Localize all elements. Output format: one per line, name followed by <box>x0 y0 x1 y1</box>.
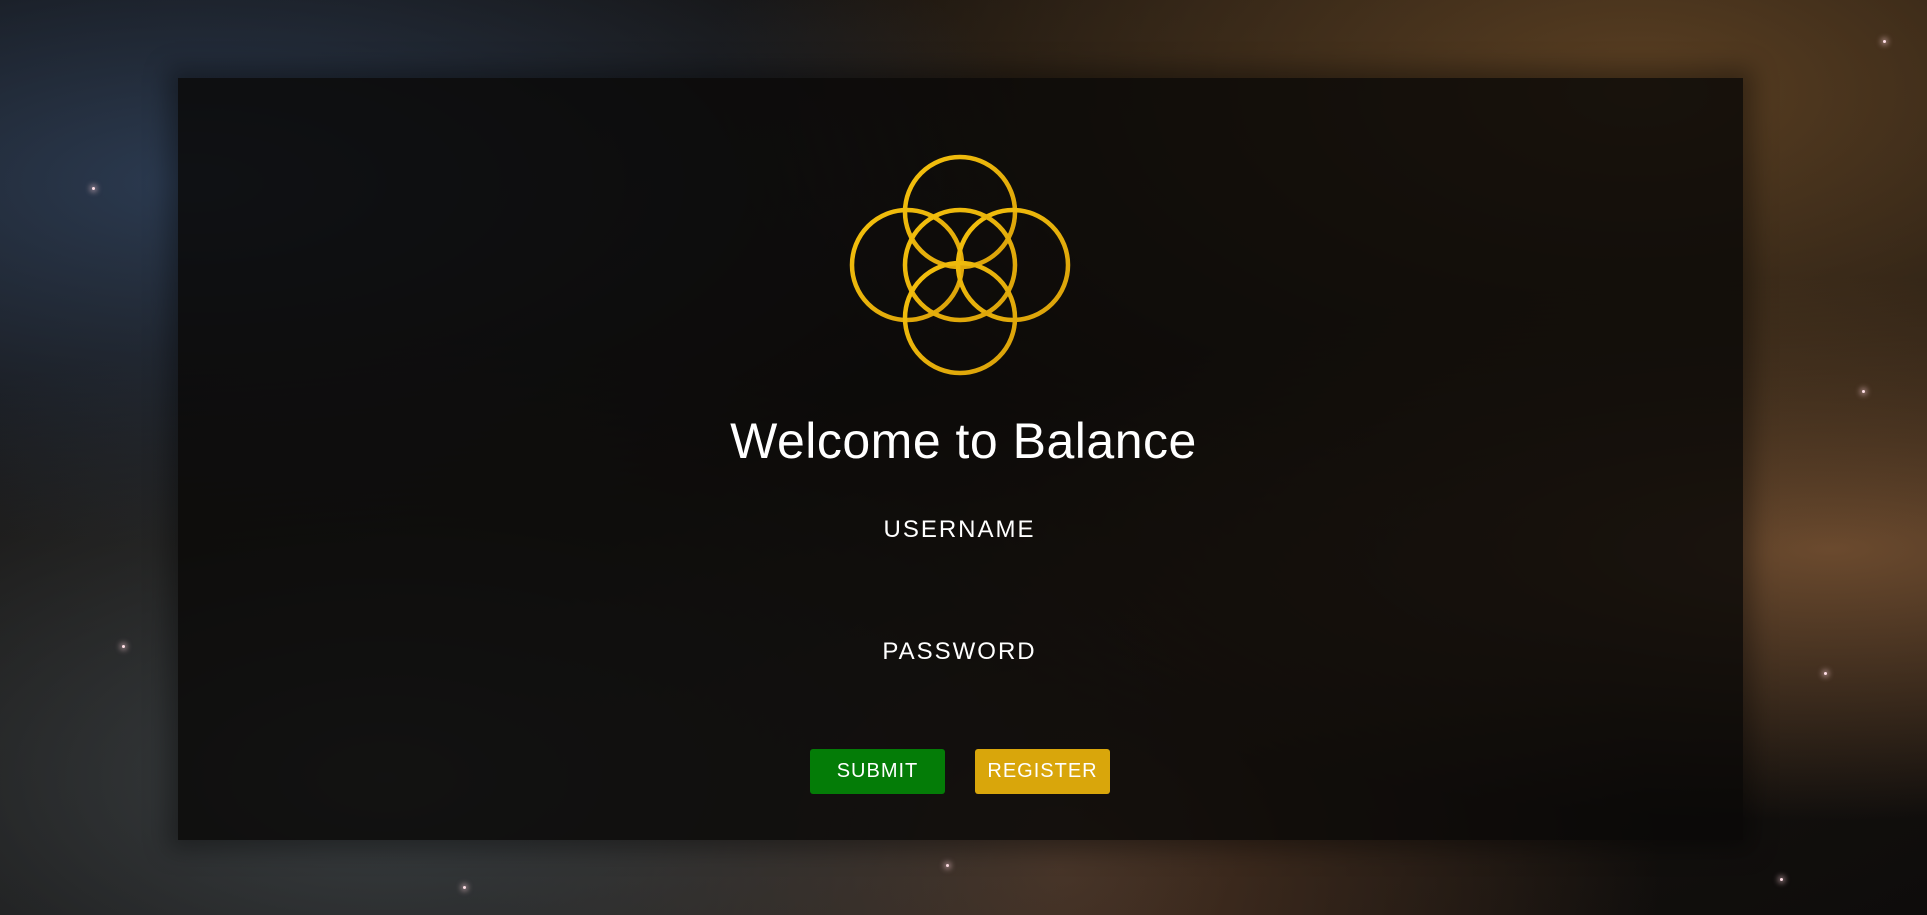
star-decoration <box>92 187 95 190</box>
submit-button[interactable]: SUBMIT <box>810 749 945 794</box>
star-decoration <box>1883 40 1886 43</box>
star-decoration <box>946 864 949 867</box>
password-label: PASSWORD <box>882 638 1037 665</box>
page-title: Welcome to Balance <box>730 413 1197 469</box>
password-input[interactable] <box>810 674 1114 710</box>
username-input[interactable] <box>810 552 1114 588</box>
five-interlocking-rings-logo <box>849 154 1071 376</box>
username-label: USERNAME <box>883 516 1036 543</box>
register-button[interactable]: REGISTER <box>975 749 1110 794</box>
star-decoration <box>1780 878 1783 881</box>
star-decoration <box>1862 390 1865 393</box>
star-decoration <box>463 886 466 889</box>
star-decoration <box>1824 672 1827 675</box>
